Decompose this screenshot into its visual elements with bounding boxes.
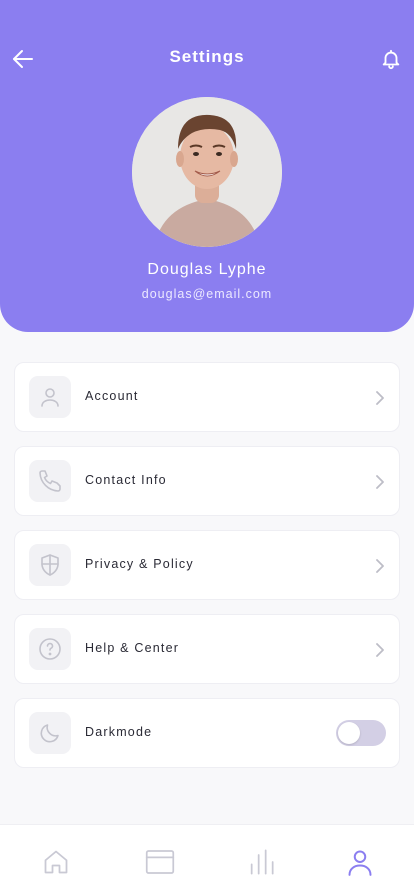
menu-icon-box [29, 376, 71, 418]
tab-home[interactable] [41, 847, 71, 877]
profile-name: Douglas Lyphe [147, 261, 267, 278]
menu-label-privacy-policy: Privacy & Policy [85, 557, 194, 571]
help-icon [39, 638, 61, 660]
menu-icon-box [29, 712, 71, 754]
menu-item-contact-info[interactable]: Contact Info [14, 446, 400, 516]
shield-icon [41, 554, 59, 576]
profile-header: Settings Douglas Lyphe douglas@email.com [0, 0, 414, 332]
menu-icon-box [29, 544, 71, 586]
menu-icon-box [29, 460, 71, 502]
menu-icon-box [29, 628, 71, 670]
tab-profile[interactable] [345, 847, 375, 877]
profile-email: douglas@email.com [141, 287, 273, 301]
bell-icon [382, 49, 400, 70]
tab-cards[interactable] [145, 847, 175, 877]
menu-item-account[interactable]: Account [14, 362, 400, 432]
menu-label-darkmode: Darkmode [85, 725, 153, 739]
toggle-knob [338, 722, 360, 744]
profile-icon [348, 850, 372, 876]
chevron-right-icon [373, 473, 387, 491]
menu-label-help-center: Help & Center [85, 641, 180, 655]
user-icon [41, 388, 59, 407]
menu-label-contact-info: Contact Info [85, 473, 167, 487]
bottom-tab-bar [0, 824, 414, 896]
phone-icon [39, 470, 61, 492]
home-icon [44, 850, 68, 874]
darkmode-toggle[interactable] [336, 720, 386, 746]
chevron-right-icon [373, 389, 387, 407]
chevron-right-icon [373, 557, 387, 575]
menu-item-help-center[interactable]: Help & Center [14, 614, 400, 684]
card-icon [145, 850, 175, 874]
tab-statistics[interactable] [246, 847, 276, 877]
page-title: Settings [169, 47, 245, 66]
moon-icon [40, 724, 59, 743]
avatar-image [132, 97, 282, 247]
menu-item-darkmode: Darkmode [14, 698, 400, 768]
notifications-button[interactable] [376, 44, 406, 74]
menu-label-account: Account [85, 389, 139, 403]
stats-icon [250, 849, 274, 875]
menu-item-privacy-policy[interactable]: Privacy & Policy [14, 530, 400, 600]
chevron-right-icon [373, 641, 387, 659]
avatar[interactable] [132, 97, 282, 247]
